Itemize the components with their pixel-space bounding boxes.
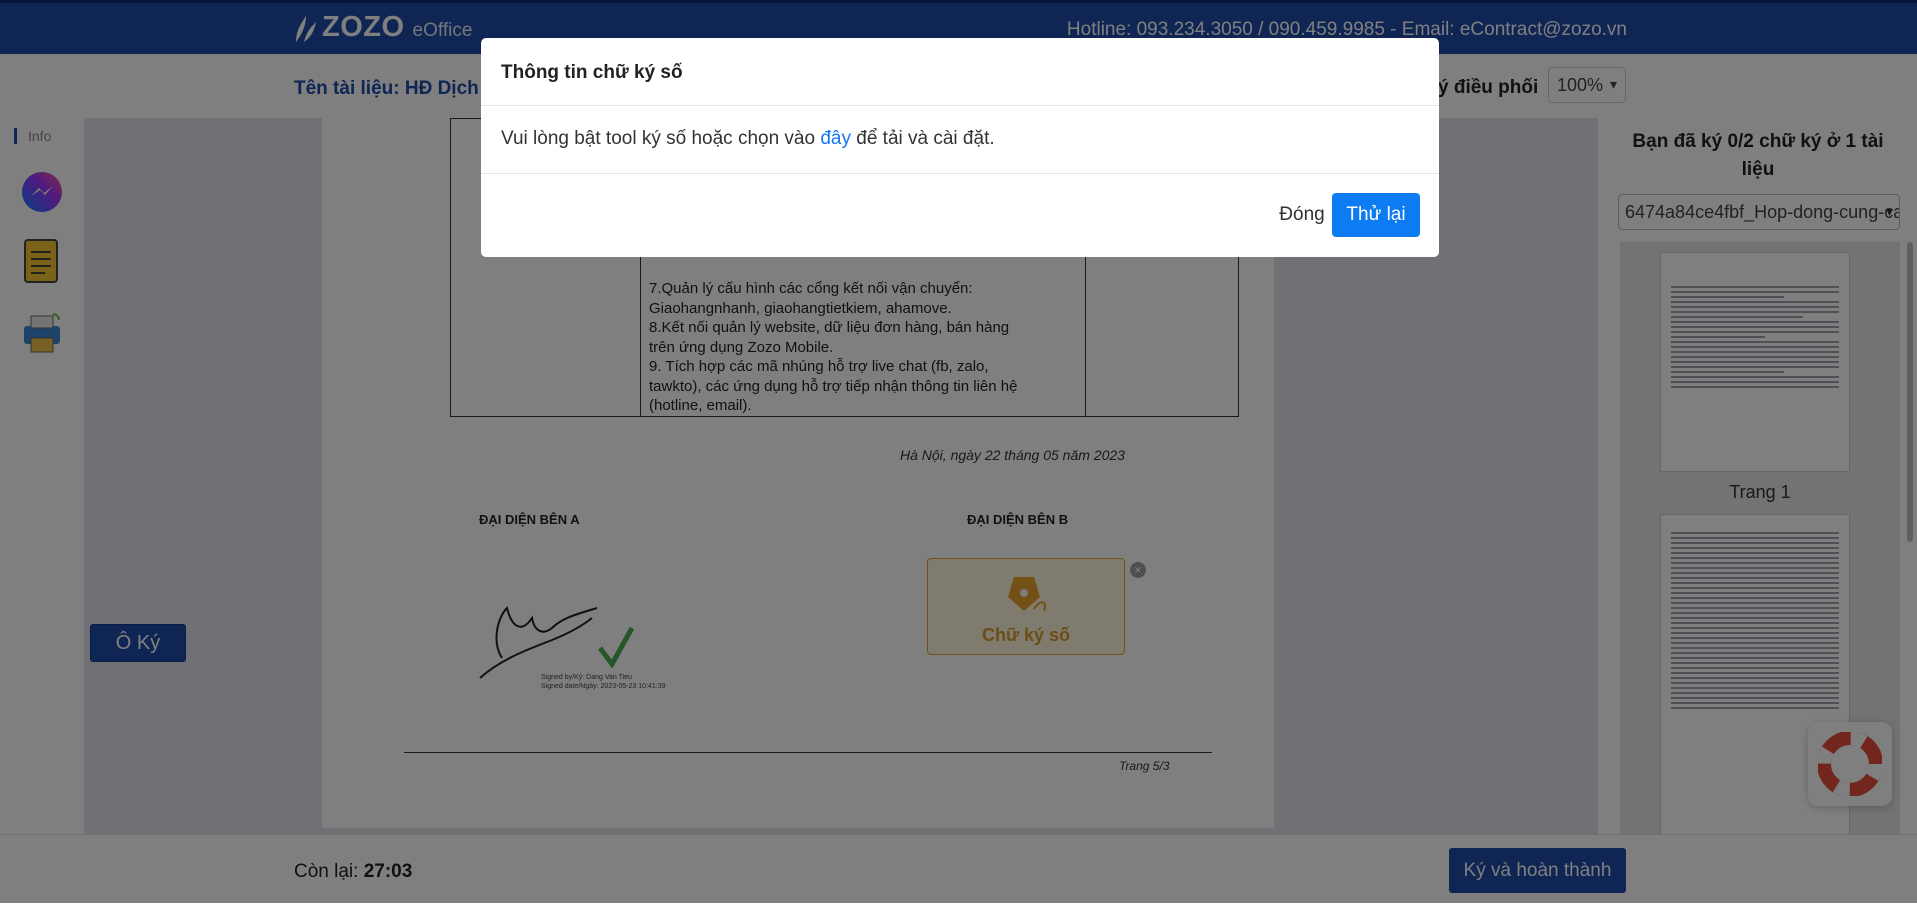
dialog-title: Thông tin chữ ký số bbox=[481, 38, 1439, 106]
digital-signature-dialog: Thông tin chữ ký số Vui lòng bật tool ký… bbox=[481, 38, 1439, 257]
message-text: Vui lòng bật tool ký số hoặc chọn vào bbox=[501, 128, 821, 149]
retry-button[interactable]: Thử lại bbox=[1332, 193, 1420, 237]
message-text-end: để tải và cài đặt. bbox=[850, 128, 995, 149]
download-link[interactable]: đây bbox=[820, 128, 851, 149]
dialog-message: Vui lòng bật tool ký số hoặc chọn vào đâ… bbox=[481, 106, 1439, 174]
